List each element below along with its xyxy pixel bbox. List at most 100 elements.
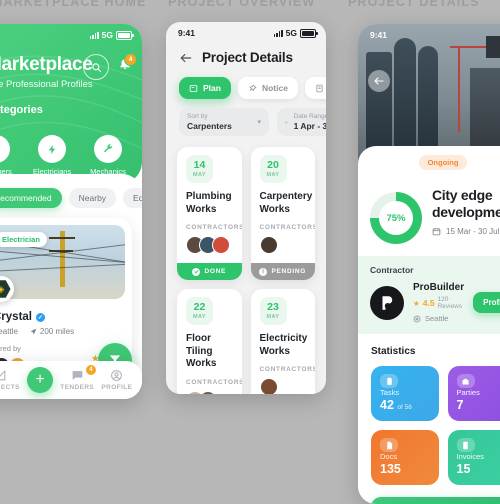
bolt-glyph <box>47 143 58 156</box>
stat-value: 7 <box>457 398 464 412</box>
category-list: Plumbers Electricians Mechanics <box>0 135 142 176</box>
stat-label: Tasks <box>380 388 430 397</box>
stat-label: Parties <box>457 388 500 397</box>
stat-suffix: of 56 <box>397 404 411 411</box>
rating-value: 4.5 <box>423 298 435 308</box>
task-name: Carpentery Works <box>260 191 307 216</box>
add-button[interactable]: + <box>27 367 53 393</box>
stat-card-docs[interactable]: Docs 135 <box>371 430 439 485</box>
search-button[interactable] <box>83 54 109 80</box>
profession-tag: Electrician <box>0 232 47 247</box>
star-icon: ★ <box>413 299 420 308</box>
task-avatars <box>186 236 233 254</box>
verified-icon: ✓ <box>36 313 45 322</box>
date-range-select[interactable]: Date Range 1 Apr - 30 Jun ▾ <box>277 108 326 136</box>
category-electricians[interactable]: Electricians <box>30 135 74 176</box>
filter-chip-row: Recommended Nearby Editor's Choice <box>0 174 142 208</box>
task-card[interactable]: 20 MAY Carpentery Works CONTRACTORS i PE… <box>251 147 316 280</box>
contractor-label: Contractor <box>370 265 500 275</box>
invoice-icon <box>457 438 475 452</box>
view-project-details-button[interactable]: View Project Details <box>371 497 500 504</box>
tab-documentation[interactable]: Documtation <box>305 77 326 99</box>
tab-projects[interactable]: PROJECTS <box>0 369 20 391</box>
chip-editors-choice[interactable]: Editor's Choice <box>123 188 142 208</box>
stat-card-tasks[interactable]: Tasks 42 of 56 <box>371 366 439 421</box>
task-date: 14 MAY <box>186 155 213 183</box>
battery-icon <box>116 31 132 40</box>
overview-header: Project Details <box>166 38 326 65</box>
status-time: 9:41 <box>178 28 195 38</box>
date-range-value: 15 Mar - 30 Jul <box>446 227 499 236</box>
tab-plan[interactable]: Plan <box>179 77 231 99</box>
category-plumbers[interactable]: Plumbers <box>0 135 18 176</box>
task-card-body: 20 MAY Carpentery Works CONTRACTORS <box>251 147 316 263</box>
professional-location: Seattle <box>0 327 18 336</box>
phone-marketplace-home: 5G Marketplace Hire Professional Profile… <box>0 24 142 399</box>
back-arrow-icon[interactable] <box>179 51 193 65</box>
sort-by-select[interactable]: Sort by Carpenters ▾ <box>179 108 269 136</box>
back-arrow-icon <box>373 75 385 87</box>
task-month: MAY <box>267 314 280 320</box>
location-icon <box>413 315 421 323</box>
user-icon <box>110 369 123 382</box>
notification-badge: 4 <box>124 53 137 66</box>
stat-card-parties[interactable]: Parties 7 <box>448 366 500 421</box>
battery-icon <box>300 29 316 38</box>
task-day: 23 <box>267 302 279 313</box>
stat-body: Parties 7 <box>457 388 500 412</box>
tab-label: TENDERS <box>60 384 94 391</box>
spanner-icon <box>94 135 122 163</box>
task-day: 14 <box>194 160 206 171</box>
project-summary: 75% City edge development 15 Mar - 30 Ju… <box>358 170 500 244</box>
task-card[interactable]: 14 MAY Plumbing Works CONTRACTORS DONE <box>177 147 242 280</box>
clipboard-icon <box>380 374 398 388</box>
navigation-icon <box>30 328 37 335</box>
tab-profile[interactable]: PROFILE <box>101 369 132 391</box>
pole-crossbar <box>49 237 75 239</box>
notifications-button[interactable]: 4 <box>118 58 132 77</box>
marketplace-hero: 5G Marketplace Hire Professional Profile… <box>0 24 142 184</box>
task-name: Floor Tiling Works <box>186 333 233 371</box>
phone-project-details: 9:41 Ongoing 75% City edge development <box>358 24 500 504</box>
task-card[interactable]: 23 MAY Electricity Works CONTRACTORS i P… <box>251 289 316 394</box>
status-indicators: 5G <box>274 28 316 38</box>
task-day: 20 <box>267 160 279 171</box>
status-time: 9:41 <box>370 30 387 40</box>
chart-icon <box>0 369 7 382</box>
task-avatars <box>260 236 307 254</box>
professional-meta: Seattle 200 miles <box>0 327 125 336</box>
caption-details: PROJECT DETAILS <box>348 0 480 9</box>
caption-marketplace: MARKETPLACE HOME <box>0 0 146 9</box>
sort-by-text: Sort by Carpenters <box>187 113 232 131</box>
tab-notice[interactable]: Notice <box>238 77 298 99</box>
contractors-label: CONTRACTORS <box>186 224 233 231</box>
caption-overview: PROJECT OVERVIEW <box>168 0 315 9</box>
chip-nearby[interactable]: Nearby <box>69 188 116 208</box>
ongoing-badge-wrap: Ongoing <box>358 146 500 170</box>
contractor-info: ProBuilder ★ 4.5 120 Reviews Seattle <box>413 282 464 323</box>
task-card-body: 14 MAY Plumbing Works CONTRACTORS <box>177 147 242 263</box>
stat-card-invoices[interactable]: Invoices 15 <box>448 430 500 485</box>
task-date: 20 MAY <box>260 155 287 183</box>
tab-tenders[interactable]: 4 TENDERS <box>60 369 94 391</box>
search-icon <box>91 62 102 73</box>
category-mechanics[interactable]: Mechanics <box>86 135 130 176</box>
stat-body: Invoices 15 <box>457 452 500 476</box>
carrier-label: 5G <box>286 28 297 38</box>
calendar-icon <box>285 117 288 128</box>
task-month: MAY <box>193 172 206 178</box>
check-icon <box>192 268 200 276</box>
status-badge: Ongoing <box>419 155 468 170</box>
phone-project-overview: 9:41 5G Project Details Plan Notice Doc <box>166 22 326 394</box>
task-card[interactable]: 22 MAY Floor Tiling Works CONTRACTORS ON… <box>177 289 242 394</box>
plan-icon <box>189 84 198 93</box>
contractor-logo <box>370 286 404 320</box>
task-card-body: 22 MAY Floor Tiling Works CONTRACTORS <box>177 289 242 394</box>
task-date: 23 MAY <box>260 297 287 325</box>
stat-value-row: 15 <box>457 462 500 476</box>
chip-recommended[interactable]: Recommended <box>0 188 62 208</box>
back-button[interactable] <box>368 70 390 92</box>
stat-label: Docs <box>380 452 430 461</box>
task-month: MAY <box>267 172 280 178</box>
contractor-profile-button[interactable]: Profile <box>473 292 500 313</box>
